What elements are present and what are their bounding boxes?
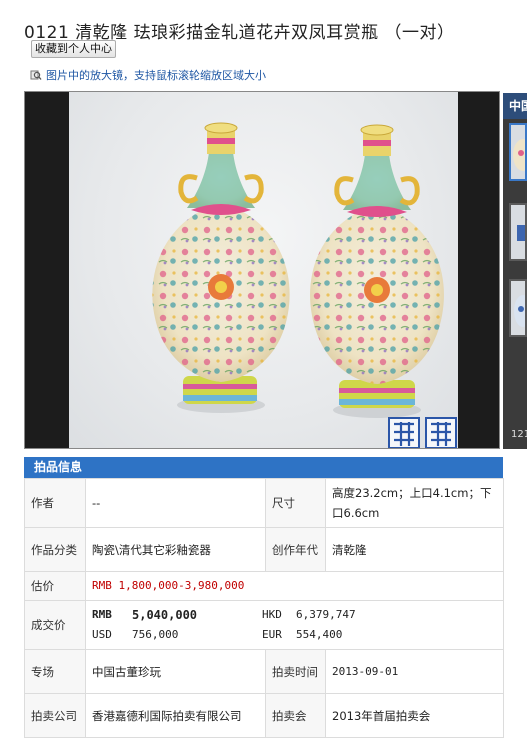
image-counter: 121 bbox=[511, 429, 527, 440]
add-to-favorites-button[interactable]: 收藏到个人中心 bbox=[31, 40, 116, 58]
deal-price-label: 成交价 bbox=[24, 600, 86, 650]
author-value: -- bbox=[85, 478, 266, 528]
company-label: 拍卖公司 bbox=[24, 693, 86, 738]
vase-pair-image bbox=[152, 122, 457, 448]
left-vase bbox=[152, 122, 290, 413]
session-label: 专场 bbox=[24, 649, 86, 694]
thumbnail-2[interactable] bbox=[509, 203, 527, 261]
era-label: 创作年代 bbox=[265, 527, 326, 572]
era-value: 清乾隆 bbox=[325, 527, 504, 572]
zoom-hint-text: 图片中的放大镜，支持鼠标滚轮缩放区域大小 bbox=[46, 69, 266, 82]
sale-label: 拍卖会 bbox=[265, 693, 326, 738]
deal-eur-value: 554,400 bbox=[296, 628, 343, 641]
reign-mark-images bbox=[388, 417, 457, 448]
table-row: 估价 RMB 1,800,000-3,980,000 bbox=[24, 571, 504, 601]
deal-price-values: RMB 5,040,000 HKD 6,379,747 USD 756,000 … bbox=[85, 600, 504, 650]
thumbnail-panel: 中国 121 bbox=[503, 93, 527, 449]
table-row: 作者 -- 尺寸 高度23.2cm；上口4.1cm；下口6.6cm bbox=[24, 478, 504, 528]
sale-value: 2013年首届拍卖会 bbox=[325, 693, 504, 738]
thumbnail-vase-icon bbox=[513, 139, 525, 171]
lot-photo[interactable] bbox=[69, 92, 458, 448]
thumbnail-mark-icon bbox=[517, 225, 525, 241]
deal-eur-currency: EUR bbox=[262, 628, 282, 641]
table-row: 成交价 RMB 5,040,000 HKD 6,379,747 USD 756,… bbox=[24, 600, 504, 650]
author-label: 作者 bbox=[24, 478, 86, 528]
size-label: 尺寸 bbox=[265, 478, 326, 528]
category-value: 陶瓷\清代其它彩釉瓷器 bbox=[85, 527, 266, 572]
lot-info-panel: 拍品信息 作者 -- 尺寸 高度23.2cm；上口4.1cm；下口6.6cm 作… bbox=[24, 457, 504, 738]
estimate-value: RMB 1,800,000-3,980,000 bbox=[85, 571, 504, 601]
deal-rmb-currency: RMB bbox=[92, 608, 112, 621]
deal-rmb-value: 5,040,000 bbox=[132, 608, 198, 622]
deal-usd-value: 756,000 bbox=[132, 628, 179, 641]
magnifier-icon bbox=[30, 70, 42, 80]
company-value: 香港嘉德利国际拍卖有限公司 bbox=[85, 693, 266, 738]
thumbnail-vase-icon bbox=[514, 295, 525, 327]
table-row: 作品分类 陶瓷\清代其它彩釉瓷器 创作年代 清乾隆 bbox=[24, 527, 504, 572]
table-row: 专场 中国古董珍玩 拍卖时间 2013-09-01 bbox=[24, 649, 504, 694]
lot-info-table: 作者 -- 尺寸 高度23.2cm；上口4.1cm；下口6.6cm 作品分类 陶… bbox=[24, 478, 504, 738]
date-value: 2013-09-01 bbox=[325, 649, 504, 694]
thumbnail-1[interactable] bbox=[509, 123, 527, 181]
lot-info-header: 拍品信息 bbox=[24, 457, 503, 478]
session-value: 中国古董珍玩 bbox=[85, 649, 266, 694]
deal-hkd-value: 6,379,747 bbox=[296, 608, 356, 621]
deal-usd-currency: USD bbox=[92, 628, 112, 641]
category-label: 作品分类 bbox=[24, 527, 86, 572]
size-value: 高度23.2cm；上口4.1cm；下口6.6cm bbox=[325, 478, 504, 528]
estimate-label: 估价 bbox=[24, 571, 86, 601]
right-vase bbox=[310, 124, 444, 418]
date-label: 拍卖时间 bbox=[265, 649, 326, 694]
side-tab[interactable]: 中国 bbox=[503, 93, 527, 119]
zoom-hint: 图片中的放大镜，支持鼠标滚轮缩放区域大小 bbox=[30, 67, 266, 83]
table-row: 拍卖公司 香港嘉德利国际拍卖有限公司 拍卖会 2013年首届拍卖会 bbox=[24, 693, 504, 738]
deal-hkd-currency: HKD bbox=[262, 608, 282, 621]
thumbnail-3[interactable] bbox=[509, 279, 527, 337]
image-viewer[interactable] bbox=[24, 91, 500, 449]
